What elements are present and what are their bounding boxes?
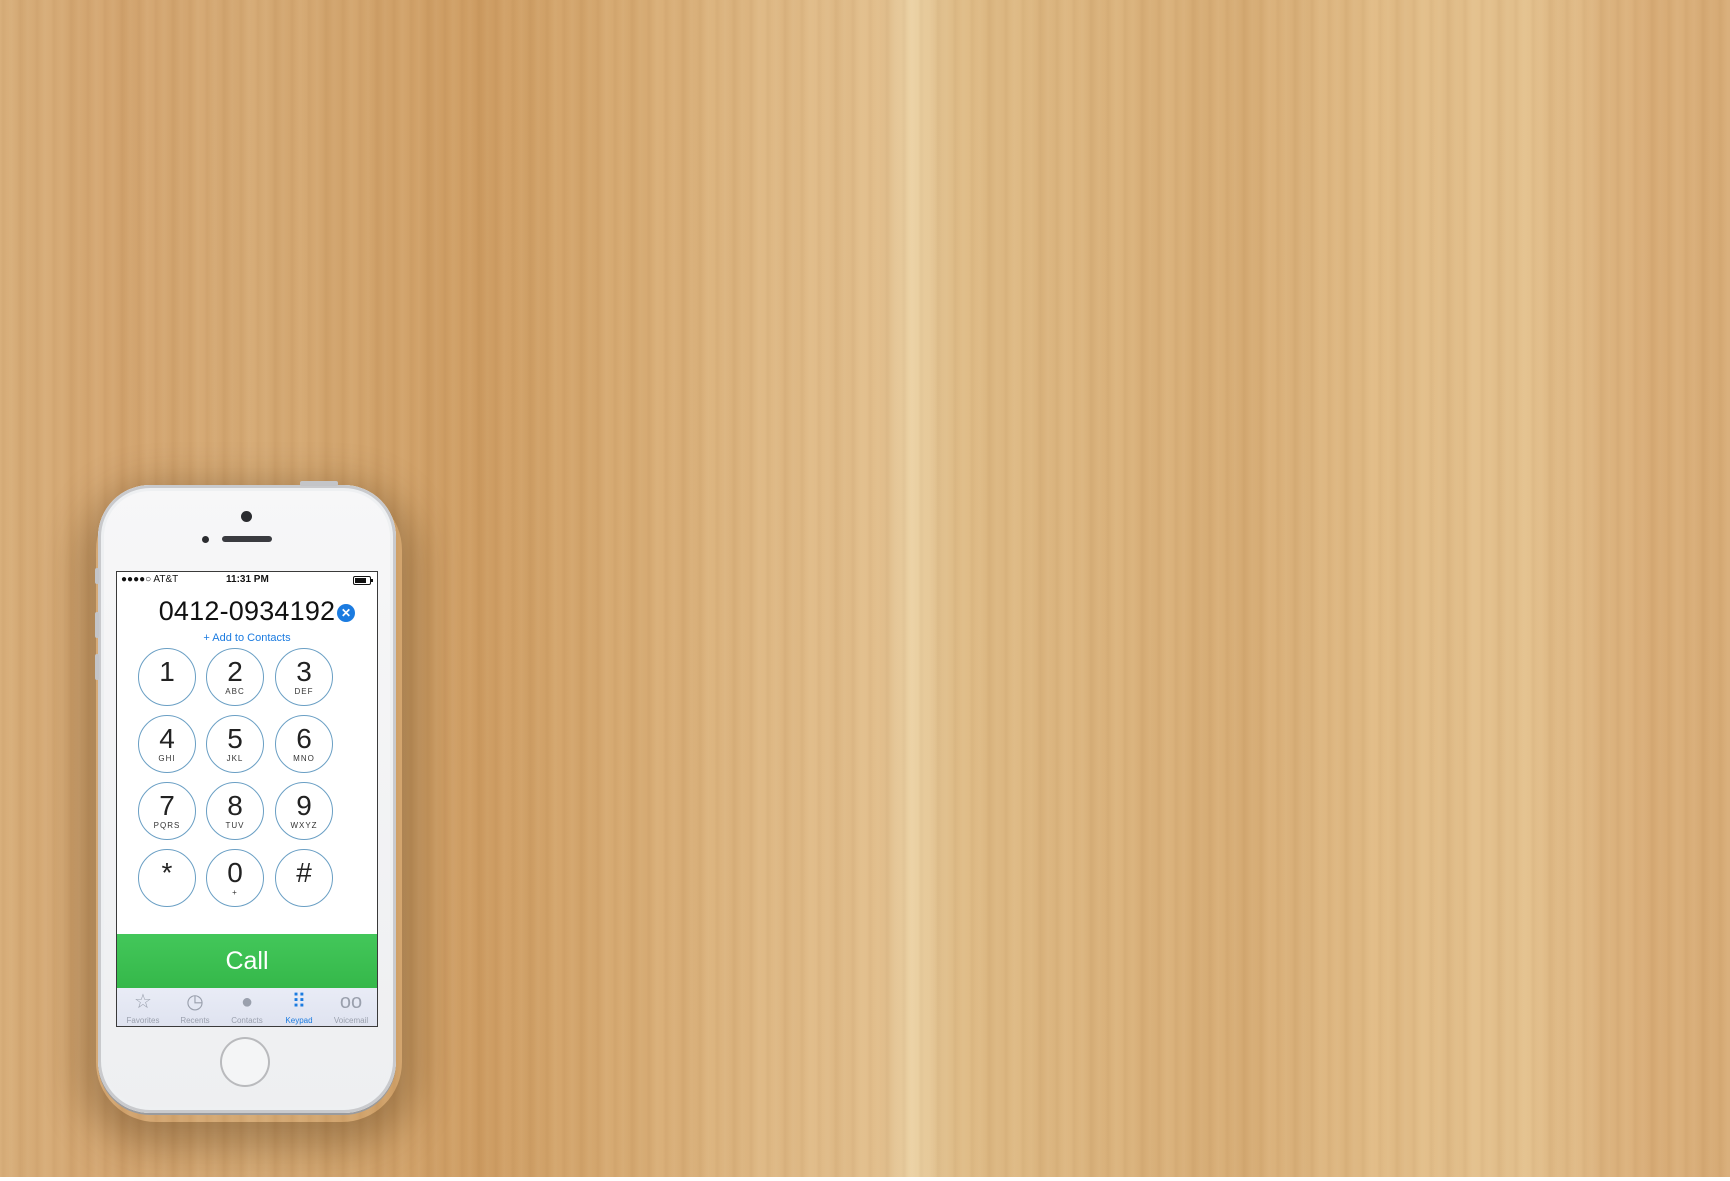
tab-label: Voicemail (333, 1016, 369, 1025)
voicemail-icon: oo (339, 991, 363, 1013)
key-letters: + (232, 888, 238, 897)
key-digit: 6 (296, 723, 312, 754)
star-icon: ☆ (134, 991, 152, 1013)
key-digit: 3 (296, 656, 312, 687)
key-digit: 4 (159, 723, 175, 754)
keypad-key-2[interactable]: 2 ABC (206, 648, 264, 706)
tab-label: Favorites (126, 1016, 160, 1025)
key-letters: DEF (294, 687, 314, 696)
key-letters: WXYZ (290, 821, 318, 830)
key-digit: 5 (227, 723, 243, 754)
keypad-key-hash[interactable]: # (275, 849, 333, 907)
key-digit: 8 (227, 790, 243, 821)
delete-icon[interactable]: ✕ (337, 604, 355, 622)
keypad-key-3[interactable]: 3 DEF (275, 648, 333, 706)
keypad-key-8[interactable]: 8 TUV (206, 782, 264, 840)
key-digit: 2 (227, 656, 243, 687)
keypad-key-7[interactable]: 7 PQRS (138, 782, 196, 840)
status-bar: ●●●●○ AT&T 11:31 PM (117, 572, 377, 588)
key-letters: JKL (226, 754, 244, 763)
tab-favorites[interactable]: ☆ Favorites (117, 988, 169, 1026)
clock-icon: ◷ (186, 991, 204, 1013)
battery-icon (353, 576, 373, 585)
tab-keypad[interactable]: ⠿ Keypad (273, 988, 325, 1026)
keypad-icon: ⠿ (291, 991, 307, 1013)
carrier-label: ●●●●○ AT&T (121, 574, 179, 585)
add-to-contacts-link[interactable]: + Add to Contacts (117, 632, 377, 644)
key-letters: TUV (225, 821, 245, 830)
key-digit: 0 (227, 857, 243, 888)
keypad-key-6[interactable]: 6 MNO (275, 715, 333, 773)
tab-bar: ☆ Favorites ◷ Recents ● Contacts ⠿ Keypad oo Voic… (117, 988, 377, 1026)
front-camera (241, 511, 252, 522)
key-letters: PQRS (153, 821, 181, 830)
phone-screen: ●●●●○ AT&T 11:31 PM 0412-0934192 ✕ + Add… (117, 572, 377, 1026)
key-digit: * (161, 857, 173, 888)
tab-label: Recents (180, 1016, 210, 1025)
key-letters: ABC (225, 687, 245, 696)
keypad-key-1[interactable]: 1 (138, 648, 196, 706)
key-digit: 1 (159, 656, 175, 687)
tab-contacts[interactable]: ● Contacts (221, 988, 273, 1026)
earpiece-speaker (222, 536, 272, 542)
home-button[interactable] (220, 1037, 270, 1087)
volume-up-button (95, 612, 99, 638)
key-digit: 7 (159, 790, 175, 821)
tab-label: Contacts (231, 1016, 263, 1025)
tab-recents[interactable]: ◷ Recents (169, 988, 221, 1026)
keypad-key-0[interactable]: 0 + (206, 849, 264, 907)
key-letters: GHI (158, 754, 176, 763)
keypad-key-4[interactable]: 4 GHI (138, 715, 196, 773)
keypad-key-star[interactable]: * (138, 849, 196, 907)
keypad-key-9[interactable]: 9 WXYZ (275, 782, 333, 840)
tab-voicemail[interactable]: oo Voicemail (325, 988, 377, 1026)
tab-label: Keypad (285, 1016, 313, 1025)
volume-down-button (95, 654, 99, 680)
key-digit: # (296, 857, 312, 888)
proximity-sensor (202, 536, 209, 543)
person-icon: ● (240, 991, 254, 1013)
status-time: 11:31 PM (226, 574, 269, 585)
keypad-key-5[interactable]: 5 JKL (206, 715, 264, 773)
call-button[interactable]: Call (117, 934, 377, 988)
key-letters: MNO (293, 754, 315, 763)
power-button (300, 481, 338, 486)
key-digit: 9 (296, 790, 312, 821)
mute-switch (95, 568, 99, 584)
